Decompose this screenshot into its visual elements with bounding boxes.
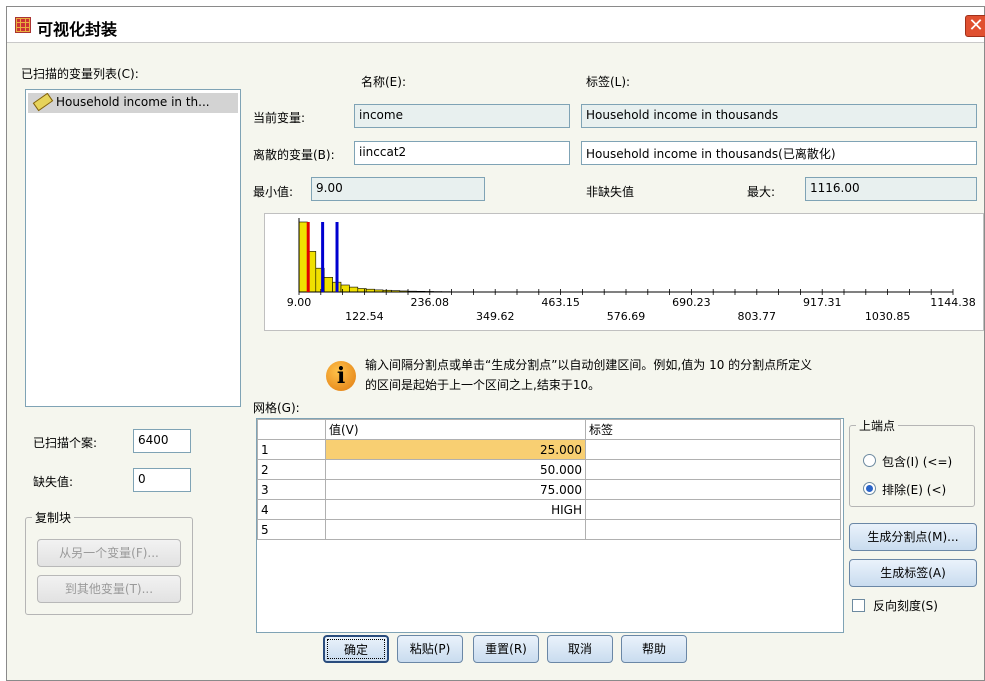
table-row[interactable]: 5 [257, 519, 841, 540]
maximum-label: 最大: [747, 185, 776, 199]
info-text-line1: 输入间隔分割点或单击“生成分割点”以自动创建区间。例如,值为 10 的分割点所定… [365, 358, 813, 372]
list-item[interactable]: Household income in th... [28, 93, 238, 113]
label-cell[interactable] [585, 519, 841, 540]
histogram-bar [357, 288, 367, 293]
current-variable-label-field: Household income in thousands [581, 104, 977, 128]
histogram-chart: 9.00 236.08 463.15 690.23 917.31 1144.38 122.5… [287, 218, 976, 323]
value-cell[interactable] [325, 519, 586, 540]
missing-values-label: 缺失值: [33, 475, 74, 489]
axis-tick-label: 1144.38 [930, 296, 976, 309]
app-grid-icon [15, 17, 31, 33]
binned-variable-name-input[interactable]: iinccat2 [354, 141, 570, 165]
grid-label: 网格(G): [253, 401, 300, 415]
maximum-value-field: 1116.00 [805, 177, 977, 201]
table-row[interactable]: 1 25.000 [257, 439, 841, 460]
row-number: 3 [257, 479, 326, 500]
label-cell[interactable] [585, 459, 841, 480]
row-number-header [257, 419, 326, 440]
value-column-header[interactable]: 值(V) [325, 419, 586, 440]
histogram-panel: 9.00 236.08 463.15 690.23 917.31 1144.38 122.5… [264, 213, 984, 331]
exclude-radio[interactable] [863, 482, 876, 495]
minimum-label: 最小值: [253, 185, 294, 199]
label-cell[interactable] [585, 479, 841, 500]
row-number: 4 [257, 499, 326, 520]
include-radio-label[interactable]: 包含(I) (<=) [882, 453, 952, 470]
nonmissing-label: 非缺失值 [586, 185, 635, 199]
row-number: 1 [257, 439, 326, 460]
cutpoint-table[interactable]: 值(V) 标签 1 25.000 2 50.000 3 75.000 4 HIG… [257, 419, 841, 540]
binned-variable-label-input[interactable]: Household income in thousands(已离散化) [581, 141, 977, 165]
info-text-line2: 的区间是起始于上一个区间之上,结束于10。 [365, 378, 601, 392]
reset-button[interactable]: 重置(R) [473, 635, 539, 663]
cancel-button[interactable]: 取消 [547, 635, 613, 663]
make-labels-button[interactable]: 生成标签(A) [849, 559, 977, 587]
axis-tick-label: 576.69 [607, 310, 646, 323]
copy-to-variables-button[interactable]: 到其他变量(T)... [37, 575, 181, 603]
minimum-value-field: 9.00 [311, 177, 485, 201]
title-bar: 可视化封装 ✕ [7, 7, 985, 43]
label-column-header[interactable]: 标签 [585, 419, 841, 440]
label-header: 标签(L): [586, 75, 631, 89]
value-cell[interactable]: 75.000 [325, 479, 586, 500]
axis-tick-label: 122.54 [345, 310, 384, 323]
name-header: 名称(E): [361, 75, 406, 89]
label-cell[interactable] [585, 499, 841, 520]
row-number: 2 [257, 459, 326, 480]
exclude-radio-label[interactable]: 排除(E) (<) [882, 481, 946, 498]
value-cell[interactable]: HIGH [325, 499, 586, 520]
binned-variable-label: 离散的变量(B): [253, 148, 335, 162]
value-cell[interactable]: 50.000 [325, 459, 586, 480]
row-number: 5 [257, 519, 326, 540]
scanned-variable-list[interactable]: Household income in th... [25, 89, 241, 407]
table-row[interactable]: 2 50.000 [257, 459, 841, 480]
axis-tick-label: 690.23 [672, 296, 711, 309]
reverse-scale-label[interactable]: 反向刻度(S) [873, 597, 938, 614]
axis-tick-label: 349.62 [476, 310, 515, 323]
window-title: 可视化封装 [37, 20, 118, 39]
paste-button[interactable]: 粘贴(P) [397, 635, 463, 663]
cutpoint-grid[interactable]: 值(V) 标签 1 25.000 2 50.000 3 75.000 4 HIG… [256, 418, 844, 633]
reverse-scale-checkbox[interactable] [852, 599, 865, 612]
make-cutpoints-button[interactable]: 生成分割点(M)... [849, 523, 977, 551]
close-button[interactable]: ✕ [965, 15, 985, 37]
histogram-bar [323, 276, 333, 293]
scanned-cases-label: 已扫描个案: [33, 436, 98, 450]
histogram-bar [349, 286, 359, 293]
current-variable-name-field: income [354, 104, 570, 128]
table-row[interactable]: 4 HIGH [257, 499, 841, 520]
scanned-list-label: 已扫描的变量列表(C): [21, 67, 139, 81]
axis-tick-label: 236.08 [411, 296, 450, 309]
table-row[interactable]: 3 75.000 [257, 479, 841, 500]
axis-tick-label: 917.31 [803, 296, 842, 309]
value-cell[interactable]: 25.000 [325, 439, 586, 460]
list-item-label: Household income in th... [56, 95, 210, 109]
missing-values-field: 0 [133, 468, 191, 492]
upper-endpoints-legend: 上端点 [856, 417, 899, 434]
axis-tick-label: 463.15 [541, 296, 580, 309]
copy-bins-legend: 复制块 [32, 509, 75, 526]
visual-binning-dialog: 可视化封装 ✕ 已扫描的变量列表(C): Household income in… [6, 6, 985, 681]
info-icon: i [326, 361, 356, 391]
scanned-cases-field: 6400 [133, 429, 191, 453]
axis-tick-label: 1030.85 [865, 310, 911, 323]
label-cell[interactable] [585, 439, 841, 460]
current-variable-label: 当前变量: [253, 111, 306, 125]
histogram-bar [298, 221, 308, 293]
ok-button[interactable]: 确定 [323, 635, 389, 663]
table-header-row: 值(V) 标签 [257, 419, 841, 440]
copy-from-variable-button[interactable]: 从另一个变量(F)... [37, 539, 181, 567]
include-radio[interactable] [863, 454, 876, 467]
help-button[interactable]: 帮助 [621, 635, 687, 663]
axis-tick-label: 803.77 [738, 310, 777, 323]
ruler-icon [32, 93, 54, 112]
axis-tick-label: 9.00 [287, 296, 312, 309]
